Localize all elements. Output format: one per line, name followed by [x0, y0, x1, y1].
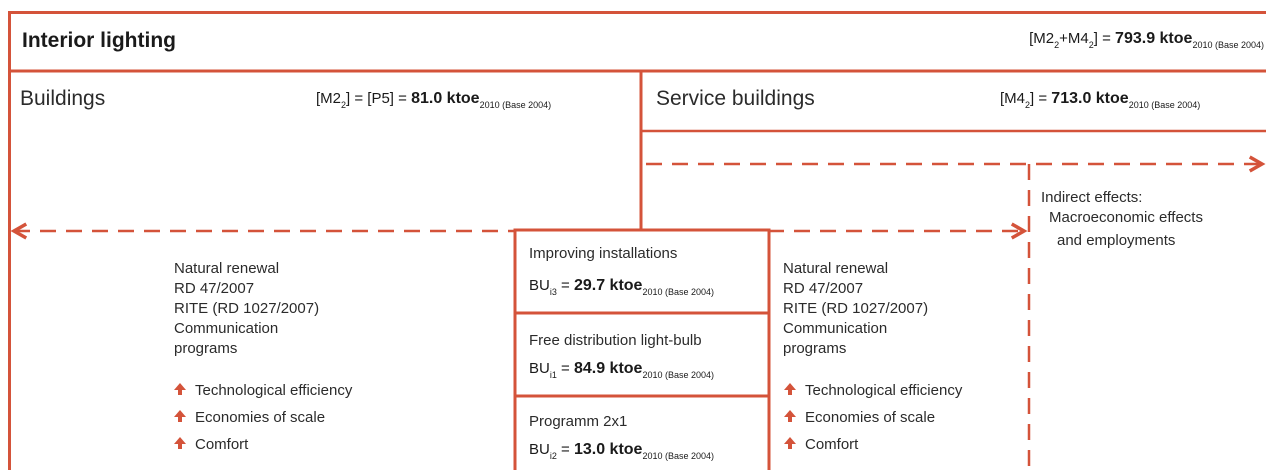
left-effect-item: Technological efficiency: [173, 377, 352, 404]
right-effect-label: Economies of scale: [805, 409, 936, 426]
service-formula-eq: ] =: [1030, 90, 1052, 107]
total-formula-value: 793.9 ktoe: [1115, 30, 1193, 47]
measure-title-improving: Improving installations: [529, 245, 678, 262]
right-policy-item: Communication: [783, 320, 888, 337]
total-formula-eq: ] =: [1093, 30, 1116, 47]
left-policy-item: Communication: [174, 320, 279, 337]
right-policy-list: Natural renewal RD 47/2007 RITE (RD 1027…: [783, 259, 928, 359]
arrow-up-icon: [784, 437, 796, 449]
left-policy-item: RITE (RD 1027/2007): [174, 300, 320, 317]
measure-bu: BU: [529, 277, 550, 294]
measure-base: 2010 (Base 2004): [642, 370, 715, 380]
service-formula: [M42] = 713.0 ktoe2010 (Base 2004): [1000, 90, 1200, 110]
left-effects-list: Technological efficiency Economies of sc…: [173, 377, 352, 458]
right-policy-item: programs: [783, 340, 847, 357]
buildings-formula-eq: ] = [P5] =: [346, 90, 412, 107]
measure-eq: =: [556, 360, 574, 377]
measure-formula-improving: BUi3 = 29.7 ktoe2010 (Base 2004): [529, 277, 714, 297]
measure-eq: =: [556, 277, 574, 294]
left-policy-item: programs: [174, 340, 238, 357]
total-formula-base: 2010 (Base 2004): [1192, 40, 1264, 50]
buildings-formula-prefix: [M2: [316, 90, 342, 107]
measure-title-free-distribution: Free distribution light-bulb: [529, 332, 702, 349]
right-effects-list: Technological efficiency Economies of sc…: [783, 377, 962, 458]
measure-bu: BU: [529, 360, 550, 377]
left-effect-label: Technological efficiency: [195, 382, 353, 399]
measure-bu-sub: i1: [549, 370, 557, 380]
left-policy-item: Natural renewal: [174, 260, 280, 277]
right-effect-item: Economies of scale: [783, 404, 962, 431]
measure-base: 2010 (Base 2004): [642, 451, 715, 461]
indirect-effects-title: Indirect effects:: [1041, 189, 1143, 206]
interior-lighting-diagram: Interior lighting [M22+M42] = 793.9 ktoe…: [0, 0, 1266, 470]
measure-formula-programm: BUi2 = 13.0 ktoe2010 (Base 2004): [529, 441, 714, 461]
arrow-up-icon: [174, 383, 186, 395]
arrow-up-icon: [174, 410, 186, 422]
left-effect-label: Economies of scale: [195, 409, 326, 426]
left-effect-item: Economies of scale: [173, 404, 352, 431]
service-formula-prefix: [M4: [1000, 90, 1026, 107]
service-formula-base: 2010 (Base 2004): [1128, 100, 1201, 110]
measure-base: 2010 (Base 2004): [642, 287, 715, 297]
right-policy-item: RD 47/2007: [783, 280, 864, 297]
left-effect-label: Comfort: [195, 436, 249, 453]
measure-bu-sub: i3: [549, 287, 557, 297]
service-formula-value: 713.0 ktoe: [1051, 90, 1129, 107]
right-policy-item: Natural renewal: [783, 260, 889, 277]
buildings-label: Buildings: [20, 87, 106, 110]
arrow-up-icon: [174, 437, 186, 449]
page-title: Interior lighting: [22, 29, 176, 52]
measure-eq: =: [556, 441, 574, 458]
indirect-effects-line3: and employments: [1057, 232, 1176, 249]
right-effect-item: Technological efficiency: [783, 377, 962, 404]
indirect-effects-line2: Macroeconomic effects: [1049, 209, 1203, 226]
measure-title-programm: Programm 2x1: [529, 413, 628, 430]
total-formula-mid: +M4: [1059, 30, 1089, 47]
measure-bu-sub: i2: [549, 451, 557, 461]
left-policy-list: Natural renewal RD 47/2007 RITE (RD 1027…: [174, 259, 319, 359]
total-formula: [M22+M42] = 793.9 ktoe2010 (Base 2004): [1029, 30, 1264, 50]
right-effect-label: Comfort: [805, 436, 859, 453]
right-policy-item: RITE (RD 1027/2007): [783, 300, 929, 317]
measure-formula-free-distribution: BUi1 = 84.9 ktoe2010 (Base 2004): [529, 360, 714, 380]
measure-value: 84.9 ktoe: [573, 360, 643, 377]
left-effect-item: Comfort: [173, 431, 352, 458]
buildings-formula: [M22] = [P5] = 81.0 ktoe2010 (Base 2004): [316, 90, 551, 110]
measure-value: 29.7 ktoe: [573, 277, 643, 294]
right-effect-label: Technological efficiency: [805, 382, 963, 399]
buildings-formula-value: 81.0 ktoe: [411, 90, 480, 107]
arrow-up-icon: [784, 410, 796, 422]
buildings-formula-base: 2010 (Base 2004): [479, 100, 552, 110]
right-effect-item: Comfort: [783, 431, 962, 458]
measure-value: 13.0 ktoe: [573, 441, 643, 458]
measure-bu: BU: [529, 441, 550, 458]
service-buildings-label: Service buildings: [656, 87, 815, 110]
total-formula-prefix: [M2: [1029, 30, 1055, 47]
left-policy-item: RD 47/2007: [174, 280, 255, 297]
arrow-up-icon: [784, 383, 796, 395]
